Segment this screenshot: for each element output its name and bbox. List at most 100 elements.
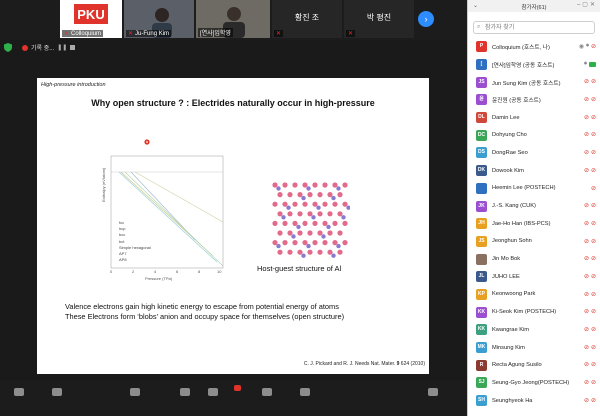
next-page-button[interactable]: › [418, 11, 434, 27]
participant-row[interactable]: [[연사]임학영 (공동 호스트) ⏺ [468, 56, 600, 74]
participant-row[interactable]: KK Ki-Seok Kim (POSTECH) ⊘ ⊘ [468, 303, 600, 321]
mic-off-icon: ✕ [128, 31, 134, 37]
recording-indicator: 기록 중... ❚❚ [22, 43, 76, 52]
video-tile-colloquium[interactable]: PKU ✕ Colloquium [60, 0, 122, 38]
video-tile-speaker-1[interactable]: ✕ Ju-Fung Kim [124, 0, 194, 38]
participant-row[interactable]: DK Dowook Kim ⊘ ⊘ [468, 162, 600, 180]
atom-host [312, 182, 318, 188]
mic-off-icon: ⊘ [583, 114, 589, 121]
atom-host [287, 249, 293, 255]
mic-off-icon: ⊘ [583, 362, 589, 369]
participant-row[interactable]: R Recta Agung Susilo ⊘ ⊘ [468, 356, 600, 374]
atom-host [317, 211, 323, 217]
atom-host [332, 182, 338, 188]
plot-legend: fcc hcp bcc bct Simple hexagonal AP7 AP8 [119, 220, 151, 263]
participant-row[interactable]: JS Jeonghun Sohn ⊘ ⊘ [468, 233, 600, 251]
avatar: R [476, 359, 487, 371]
atom-host [342, 201, 348, 207]
atom-guest [276, 186, 281, 191]
participant-row[interactable]: DS DongRae Seo ⊘ ⊘ [468, 144, 600, 162]
stop-icon[interactable] [70, 45, 76, 50]
video-off-icon: ⊘ [590, 150, 596, 157]
status-icons: ⊘ ⊘ [584, 78, 596, 85]
atom-guest [296, 224, 301, 230]
participant-row[interactable]: DC Dohyung Cho ⊘ ⊘ [468, 126, 600, 144]
participant-row[interactable]: SJ Seung-Gyo Jeong(POSTECH) ⊘ ⊘ [468, 374, 600, 392]
citation: C. J. Pickard and R. J. Needs Nat. Mater… [303, 361, 425, 367]
chat-button[interactable] [208, 388, 218, 396]
window-controls[interactable]: –▢✕ [577, 1, 597, 8]
meeting-info-bar: 기록 중... ❚❚ [0, 40, 467, 56]
participant-name: Heemin Lee (POSTECH) [492, 185, 556, 192]
reactions-button[interactable] [300, 388, 310, 396]
participant-row[interactable]: P Colloquium (호스트, 나) ◉ ⏺ ⊘ [468, 38, 600, 56]
participants-button[interactable] [180, 388, 190, 396]
participant-row[interactable]: DL Damin Lee ⊘ ⊘ [468, 109, 600, 127]
atom-guest [301, 253, 306, 258]
participant-row[interactable]: JL JUHO LEE ⊘ ⊘ [468, 268, 600, 286]
pause-icon[interactable]: ❚❚ [57, 44, 67, 51]
participant-row[interactable]: MK Minsung Kim ⊘ ⊘ [468, 339, 600, 357]
atom-host [277, 230, 283, 236]
video-on-icon [589, 61, 596, 67]
status-icons: ⊘ ⊘ [584, 344, 596, 351]
avatar: DS [476, 147, 487, 159]
mic-off-icon: ⊘ [583, 309, 589, 316]
body-line-1: Valence electrons gain high kinetic ener… [65, 302, 339, 311]
participant-row[interactable]: JS Jun Sung Kim (공동 호스트) ⊘ ⊘ [468, 73, 600, 91]
participant-row[interactable]: KK Kwangrae Kim ⊘ ⊘ [468, 321, 600, 339]
atom-host [327, 211, 333, 217]
mute-button[interactable] [14, 388, 24, 396]
mic-off-icon: ⊘ [583, 97, 589, 104]
atom-host [277, 192, 283, 198]
video-off-icon: ⊘ [590, 291, 596, 298]
mic-off-icon: ⊘ [583, 220, 589, 227]
participant-row[interactable]: Heemin Lee (POSTECH) ⊘ [468, 180, 600, 198]
mic-off-icon: ✕ [276, 31, 282, 37]
atom-guest [301, 195, 306, 201]
share-screen-button[interactable] [234, 385, 241, 391]
shield-icon[interactable] [4, 43, 12, 52]
atom-host [337, 230, 343, 236]
atom-host [292, 182, 298, 188]
avatar: SH [476, 395, 487, 407]
atom-guest [336, 186, 341, 191]
atom-guest [321, 234, 326, 239]
participant-row[interactable]: KP Keonwoong Park ⊘ ⊘ [468, 286, 600, 304]
avatar: P [476, 41, 487, 53]
video-strip: PKU ✕ Colloquium ✕ Ju-Fung Kim [연사]임학영 황… [0, 0, 467, 40]
atom-guest [341, 215, 346, 220]
participant-row[interactable]: Jin Mo Bok ⊘ ⊘ [468, 250, 600, 268]
slide-title: Why open structure ? : Electrides natura… [91, 98, 375, 108]
security-button[interactable] [130, 388, 140, 396]
atom-host [277, 211, 283, 217]
atom-host [332, 201, 338, 207]
status-icons: ⊘ ⊘ [584, 397, 596, 404]
atom-host [307, 249, 313, 255]
status-icons: ⊘ ⊘ [584, 131, 596, 138]
atom-host [317, 249, 323, 255]
video-off-icon: ⊘ [590, 97, 596, 104]
record-button[interactable] [262, 388, 272, 396]
participant-row[interactable]: JK J.-S. Kang (CUK) ⊘ ⊘ [468, 197, 600, 215]
video-tile-participant-4[interactable]: 박 평진 ✕ [344, 0, 414, 38]
atom-host [312, 220, 318, 226]
leave-button[interactable] [428, 388, 438, 396]
participant-row[interactable]: SH Seunghyeok Ha ⊘ ⊘ [468, 392, 600, 410]
status-icons: ⊘ ⊘ [584, 255, 596, 262]
participant-row[interactable]: 윤 윤진원 (공동 호스트) ⊘ ⊘ [468, 91, 600, 109]
participant-row[interactable]: JH Jae-Ho Han (IBS-PCS) ⊘ ⊘ [468, 215, 600, 233]
video-off-icon: ⊘ [590, 309, 596, 316]
shared-slide: High-pressure introduction Why open stru… [37, 78, 429, 374]
search-input[interactable] [485, 23, 595, 33]
atom-guest [316, 205, 321, 210]
participant-search[interactable]: ⌕ [473, 21, 595, 34]
participant-list: P Colloquium (호스트, 나) ◉ ⏺ ⊘[[연사]임학영 (공동 호스트)… [468, 38, 600, 409]
recording-label: 기록 중... [31, 46, 55, 52]
video-button[interactable] [52, 388, 62, 396]
atom-host [307, 211, 313, 217]
video-tile-participant-3[interactable]: 황진 조 ✕ [272, 0, 342, 38]
video-tile-speaker-2[interactable]: [연사]임학영 [196, 0, 270, 38]
video-off-icon: ⊘ [590, 362, 596, 369]
crystal-caption: Host-guest structure of Al [257, 264, 342, 273]
